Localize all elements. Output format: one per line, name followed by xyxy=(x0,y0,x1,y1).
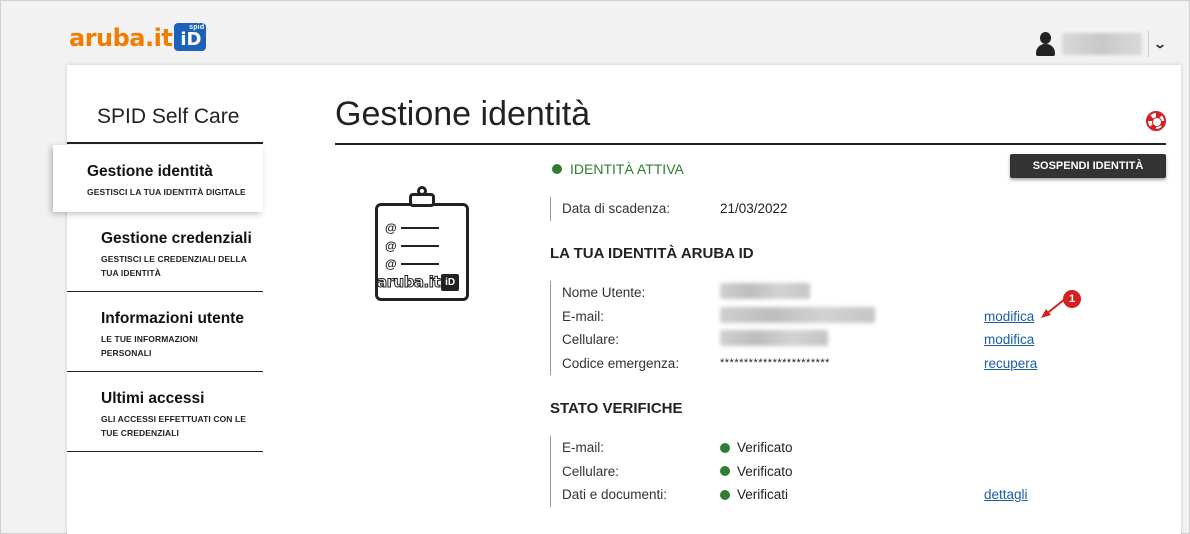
row-label: E-mail: xyxy=(562,308,605,324)
identity-row-username: Nome Utente: xyxy=(562,281,1037,305)
spid-badge: spid iD xyxy=(174,23,207,51)
modify-phone-link[interactable]: modifica xyxy=(984,332,1034,347)
clipboard-logo-badge: iD xyxy=(441,274,460,291)
expiry-row: Data di scadenza: 21/03/2022 xyxy=(562,197,984,221)
chevron-down-icon[interactable]: ⌄ xyxy=(1153,37,1167,51)
recover-code-link[interactable]: recupera xyxy=(984,356,1037,371)
email-value-redacted xyxy=(720,306,984,326)
status-text: IDENTITÀ ATTIVA xyxy=(570,161,684,177)
identity-section-title: LA TUA IDENTITÀ ARUBA ID xyxy=(550,245,754,262)
verify-status: Verificati xyxy=(720,487,984,502)
sidebar-item-title: Gestione credenziali xyxy=(101,230,252,247)
verify-row-email: E-mail: Verificato xyxy=(562,436,1028,460)
at-line-icon: @ xyxy=(385,221,439,235)
sidebar-item-ultimi-accessi[interactable]: Ultimi accessi GLI ACCESSI EFFETTUATI CO… xyxy=(67,372,263,452)
sidebar-title: SPID Self Care xyxy=(97,105,240,128)
verify-status-text: Verificato xyxy=(737,440,793,456)
identity-row-emergency-code: Codice emergenza: **********************… xyxy=(562,352,1037,376)
emergency-code-value: *********************** xyxy=(720,357,830,370)
verify-group: E-mail: Verificato Cellulare: Verificato… xyxy=(550,436,1028,507)
expiry-value: 21/03/2022 xyxy=(720,201,788,217)
row-label: E-mail: xyxy=(562,440,605,456)
sidebar-item-title: Informazioni utente xyxy=(101,310,244,327)
phone-value-redacted xyxy=(720,330,984,349)
status-dot-icon xyxy=(552,164,562,174)
verify-row-phone: Cellulare: Verificato xyxy=(562,460,1028,484)
verify-status-text: Verificato xyxy=(737,463,793,479)
sidebar-item-title: Gestione identità xyxy=(87,163,213,180)
sidebar-item-subtitle: GLI ACCESSI EFFETTUATI CON LE TUE CREDEN… xyxy=(101,414,247,438)
verify-status: Verificato xyxy=(720,440,984,455)
expiry-group: Data di scadenza: 21/03/2022 xyxy=(550,197,984,221)
verify-row-documents: Dati e documenti: Verificati dettagli xyxy=(562,483,1028,507)
check-dot-icon xyxy=(720,466,730,477)
verify-status-text: Verificati xyxy=(737,487,789,503)
identity-row-phone: Cellulare: modifica xyxy=(562,328,1037,352)
user-menu[interactable]: ⌄ xyxy=(1034,31,1167,57)
details-link[interactable]: dettagli xyxy=(984,487,1028,502)
identity-row-email: E-mail: modifica xyxy=(562,305,1037,329)
expiry-label: Data di scadenza: xyxy=(562,201,671,217)
verify-status: Verificato xyxy=(720,464,984,479)
row-label: Cellulare: xyxy=(562,332,620,348)
at-line-icon: @ xyxy=(385,239,439,253)
sidebar-item-subtitle: GESTISCI LA TUA IDENTITÀ DIGITALE xyxy=(87,187,246,197)
page-title: Gestione identità xyxy=(335,95,591,133)
annotation-badge: 1 xyxy=(1063,290,1081,308)
user-name-redacted xyxy=(1061,33,1142,55)
row-label: Cellulare: xyxy=(562,463,620,479)
aruba-spid-logo[interactable]: aruba.it spid iD xyxy=(69,21,207,52)
sidebar-item-title: Ultimi accessi xyxy=(101,390,205,407)
clipboard-icon: @ @ @ aruba.it iD xyxy=(373,186,475,301)
sidebar-item-gestione-identita[interactable]: Gestione identità GESTISCI LA TUA IDENTI… xyxy=(53,145,263,212)
suspend-identity-button[interactable]: SOSPENDI IDENTITÀ xyxy=(1010,154,1166,178)
check-dot-icon xyxy=(720,489,730,500)
spid-badge-big: iD xyxy=(180,29,202,50)
clipboard-logo-text: aruba.it xyxy=(376,273,441,292)
sidebar-divider xyxy=(67,142,263,144)
check-dot-icon xyxy=(720,442,730,453)
sidebar-item-informazioni-utente[interactable]: Informazioni utente LE TUE INFORMAZIONI … xyxy=(67,292,263,372)
row-label: Nome Utente: xyxy=(562,285,646,301)
clipboard-pin xyxy=(417,186,427,196)
row-label: Dati e documenti: xyxy=(562,487,668,503)
main-card: SPID Self Care Gestione identità GESTISC… xyxy=(53,65,1181,534)
user-icon xyxy=(1034,32,1056,56)
logo-text: aruba.it xyxy=(69,24,173,52)
row-label: Codice emergenza: xyxy=(562,355,680,371)
identity-status: IDENTITÀ ATTIVA xyxy=(552,161,684,177)
at-line-icon: @ xyxy=(385,257,439,271)
modify-email-link[interactable]: modifica xyxy=(984,309,1034,324)
clipboard-logo: aruba.it iD xyxy=(376,273,460,292)
verify-section-title: STATO VERIFICHE xyxy=(550,400,683,417)
sidebar-item-gestione-credenziali[interactable]: Gestione credenziali GESTISCI LE CREDENZ… xyxy=(67,212,263,292)
title-divider xyxy=(335,143,1166,145)
sidebar-item-subtitle: GESTISCI LE CREDENZIALI DELLA TUA IDENTI… xyxy=(101,254,247,278)
username-value-redacted xyxy=(720,283,984,302)
sidebar-item-subtitle: LE TUE INFORMAZIONI PERSONALI xyxy=(101,334,198,358)
lifebuoy-icon[interactable] xyxy=(1146,111,1166,131)
user-divider xyxy=(1147,31,1149,57)
identity-group: Nome Utente: E-mail: modifica Cellulare:… xyxy=(550,281,1037,375)
